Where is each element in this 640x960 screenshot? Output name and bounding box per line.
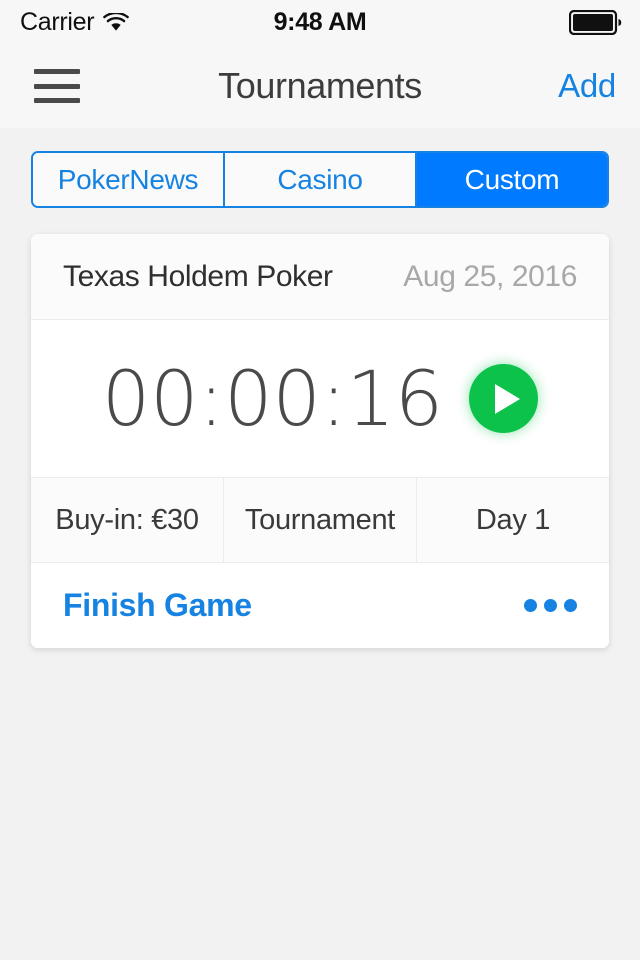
tournament-date: Aug 25, 2016 (403, 259, 577, 293)
tab-pokernews[interactable]: PokerNews (33, 153, 223, 206)
wifi-icon (103, 12, 130, 32)
tab-custom[interactable]: Custom (415, 153, 607, 206)
finish-game-button[interactable]: Finish Game (63, 587, 252, 624)
battery-full-icon (569, 9, 622, 35)
status-bar: Carrier 9:48 AM (0, 0, 640, 44)
menu-line (34, 83, 80, 89)
navigation-bar: Tournaments Add (0, 44, 640, 128)
more-dot (544, 599, 557, 612)
card-footer: Finish Game (31, 563, 609, 648)
status-bar-left: Carrier (20, 7, 130, 37)
timer-display: 00:00:16 (101, 353, 444, 443)
segmented-control: PokerNews Casino Custom (31, 151, 609, 208)
card-header: Texas Holdem Poker Aug 25, 2016 (31, 234, 609, 320)
more-horizontal-icon[interactable] (524, 599, 577, 612)
info-buy-in: Buy-in: €30 (55, 503, 199, 536)
hamburger-menu-icon[interactable] (34, 69, 80, 103)
tournament-name: Texas Holdem Poker (63, 259, 333, 293)
add-button[interactable]: Add (558, 67, 616, 105)
tournament-card[interactable]: Texas Holdem Poker Aug 25, 2016 00:00:16… (31, 234, 609, 648)
tournament-info-row: Buy-in: €30 Tournament Day 1 (31, 478, 609, 563)
more-dot (524, 599, 537, 612)
menu-line (34, 98, 80, 103)
info-day: Day 1 (416, 478, 609, 562)
tab-casino[interactable]: Casino (223, 153, 415, 206)
more-dot (564, 599, 577, 612)
play-icon[interactable] (469, 364, 539, 433)
carrier-label: Carrier (20, 7, 95, 36)
menu-line (34, 69, 80, 74)
timer-section: 00:00:16 (31, 320, 609, 478)
status-bar-right (569, 9, 622, 35)
play-triangle (494, 383, 520, 414)
page-title: Tournaments (218, 65, 422, 106)
info-game-type: Tournament (223, 478, 416, 562)
